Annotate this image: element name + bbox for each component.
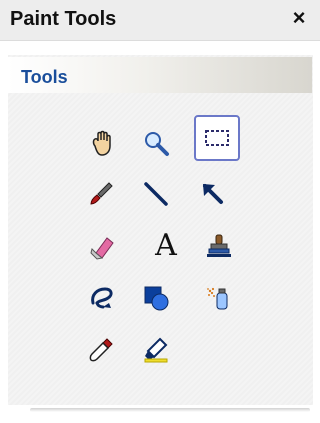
eraser-icon <box>87 231 117 261</box>
panel-bottom-shadow <box>30 408 310 412</box>
lasso-icon <box>87 283 117 313</box>
window-titlebar: Paint Tools × <box>0 0 320 41</box>
line-tool-button[interactable] <box>133 170 179 216</box>
text-tool-button[interactable]: A <box>143 223 189 269</box>
hand-icon <box>87 128 117 158</box>
marquee-select-tool-button[interactable] <box>194 115 240 161</box>
spray-tool-button[interactable] <box>195 275 241 321</box>
arrow-icon <box>197 178 227 208</box>
highlighter-icon <box>141 334 171 364</box>
lasso-tool-button[interactable] <box>79 275 125 321</box>
shapes-icon <box>141 283 171 313</box>
dashed-rectangle-icon <box>202 123 232 153</box>
eraser-tool-button[interactable] <box>79 223 125 269</box>
stamp-icon <box>203 231 233 261</box>
close-button[interactable]: × <box>288 6 310 30</box>
eyedropper-icon <box>87 334 117 364</box>
arrow-tool-button[interactable] <box>189 170 235 216</box>
window-title: Paint Tools <box>10 8 117 30</box>
magnifier-icon <box>141 128 171 158</box>
brush-tool-button[interactable] <box>79 170 125 216</box>
zoom-tool-button[interactable] <box>133 120 179 166</box>
shapes-tool-button[interactable] <box>133 275 179 321</box>
spray-can-icon <box>203 283 233 313</box>
hand-tool-button[interactable] <box>79 120 125 166</box>
tools-section-title: Tools <box>21 67 68 87</box>
line-icon <box>141 178 171 208</box>
highlighter-tool-button[interactable] <box>133 326 179 372</box>
brush-icon <box>87 178 117 208</box>
eyedropper-tool-button[interactable] <box>79 326 125 372</box>
text-icon: A <box>155 228 177 263</box>
stamp-tool-button[interactable] <box>195 223 241 269</box>
